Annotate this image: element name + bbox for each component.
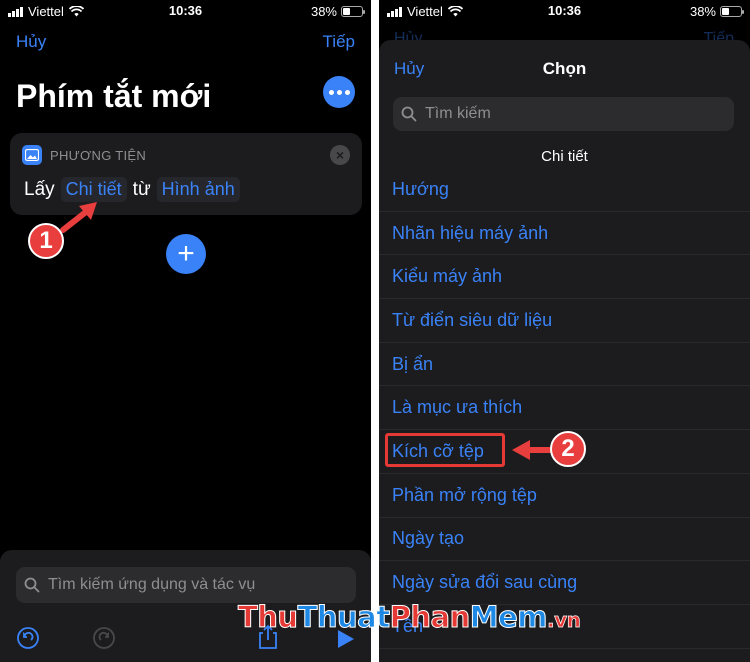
search-icon [401,106,417,122]
left-screen: Viettel 10:36 38% Hủy Tiếp Phím tắt mới … [0,0,371,662]
option-item[interactable]: Phần mở rộng tệp [379,474,750,518]
section-header: Chi tiết [541,148,588,165]
selection-highlight [385,433,505,467]
action-preposition: từ [132,178,151,200]
search-input[interactable]: Tìm kiếm [393,97,734,131]
watermark-part: .vn [546,608,582,633]
pointer-arrow-icon [60,202,97,233]
action-category: PHƯƠNG TIỆN [50,147,147,163]
option-item[interactable]: Nhãn hiệu máy ảnh [379,212,750,256]
watermark-part: Mem [469,600,548,635]
battery-percent: 38% [310,4,337,19]
picker-title: Chọn [542,59,587,78]
divider [371,0,379,662]
status-bar: Viettel 10:36 38% [0,0,371,22]
option-item[interactable]: Từ điển siêu dữ liệu [379,299,750,343]
status-bar: Viettel 10:36 38% [379,0,750,22]
battery-percent: 38% [689,4,716,19]
close-icon[interactable]: × [330,145,350,165]
action-search-input[interactable]: Tìm kiếm ứng dụng và tác vụ [16,567,356,603]
undo-icon[interactable] [16,626,40,650]
option-item[interactable]: Bị ẩn [379,343,750,387]
cancel-button[interactable]: Hủy [16,32,46,52]
right-screen: Viettel 10:36 38% Hủy Tiếp Hủy Chọn Tìm … [379,0,750,662]
more-icon[interactable] [323,76,355,108]
next-button[interactable]: Tiếp [323,32,355,52]
watermark-logo: ThuThuatPhanMem.vn [238,600,582,635]
option-item[interactable]: Ngày tạo [379,518,750,562]
battery-icon [341,6,365,17]
search-placeholder: Tìm kiếm ứng dụng và tác vụ [48,576,256,593]
redo-icon[interactable] [92,626,116,650]
media-icon [22,145,42,165]
search-placeholder: Tìm kiếm [425,105,491,122]
option-item[interactable]: Hướng [379,168,750,212]
options-list: Hướng Nhãn hiệu máy ảnh Kiểu máy ảnh Từ … [379,168,750,649]
option-item[interactable]: Ngày sửa đổi sau cùng [379,561,750,605]
action-verb: Lấy [24,178,55,200]
option-item[interactable]: Kiểu máy ảnh [379,255,750,300]
step-callout-2: 2 [550,431,586,467]
watermark-part: Phan [389,600,471,635]
step-callout-1: 1 [28,223,64,259]
plus-icon[interactable]: + [166,234,206,274]
option-item[interactable]: Là mục ưa thích [379,386,750,431]
battery-icon [720,6,744,17]
page-title: Phím tắt mới [16,78,212,114]
search-icon [24,577,40,593]
watermark-part: Thu [238,600,299,635]
source-token[interactable]: Hình ảnh [156,177,240,202]
watermark-part: Thuat [297,600,391,635]
pointer-arrow-icon [512,440,554,460]
